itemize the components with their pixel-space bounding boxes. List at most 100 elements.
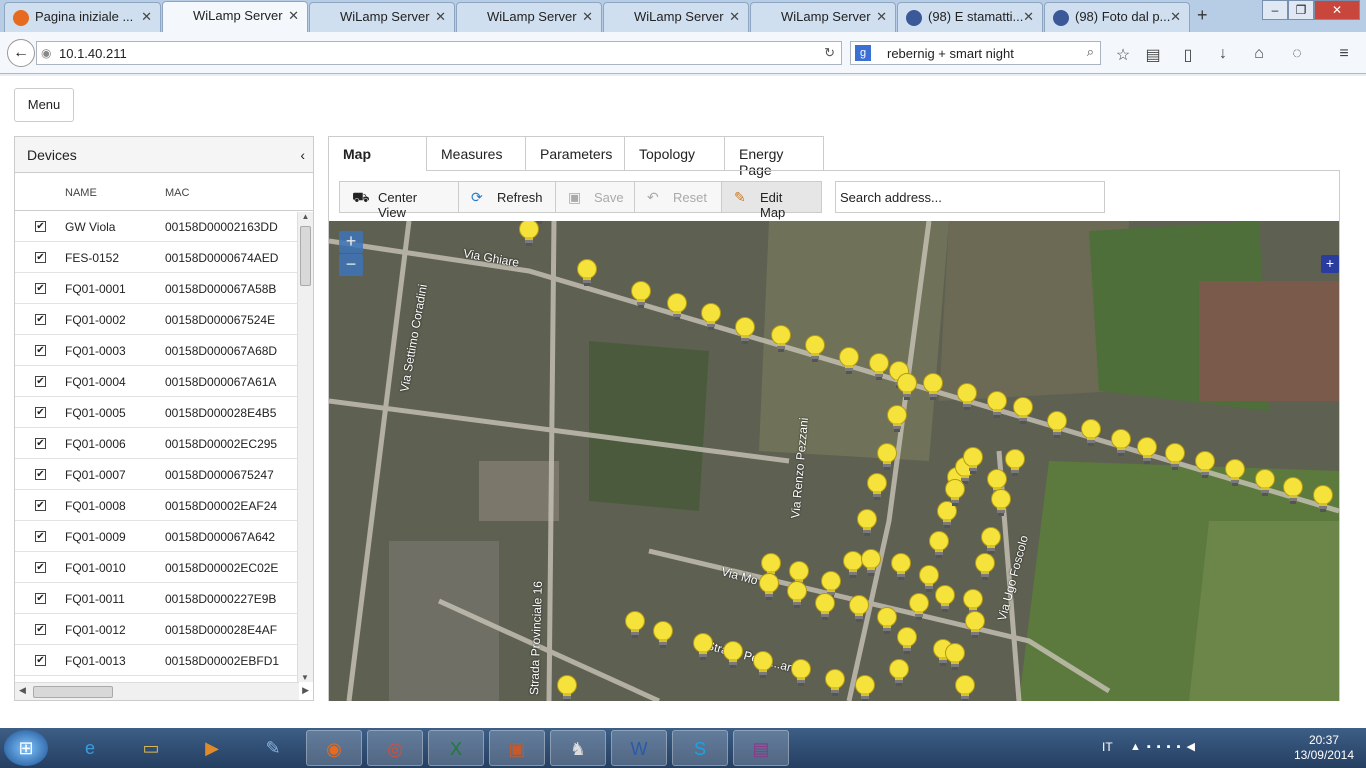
tab-topology[interactable]: Topology bbox=[624, 136, 725, 170]
lamp-marker-icon[interactable] bbox=[752, 651, 774, 681]
lamp-marker-icon[interactable] bbox=[922, 373, 944, 403]
lamp-marker-icon[interactable] bbox=[886, 405, 908, 435]
lamp-marker-icon[interactable] bbox=[734, 317, 756, 347]
lamp-marker-icon[interactable] bbox=[758, 573, 780, 603]
scrollbar-thumb[interactable] bbox=[33, 686, 113, 698]
archive-icon[interactable]: ▤ bbox=[733, 730, 789, 766]
lamp-marker-icon[interactable] bbox=[630, 281, 652, 311]
close-tab-icon[interactable]: ✕ bbox=[1023, 9, 1034, 25]
device-checkbox[interactable]: ✔ bbox=[35, 500, 46, 511]
device-checkbox[interactable]: ✔ bbox=[35, 376, 46, 387]
close-tab-icon[interactable]: ✕ bbox=[435, 9, 446, 25]
vertical-scrollbar[interactable]: ▲ ▼ bbox=[297, 212, 313, 682]
explorer-icon[interactable]: ▭ bbox=[123, 730, 179, 766]
media-icon[interactable]: ▶ bbox=[184, 730, 240, 766]
lamp-marker-icon[interactable] bbox=[954, 675, 976, 701]
horizontal-scrollbar[interactable]: ◀ ▶ bbox=[15, 682, 309, 700]
device-row[interactable]: ✔ FQ01-0001 00158D000067A58B bbox=[15, 273, 313, 304]
device-row[interactable]: ✔ FQ01-0007 00158D0000675247 bbox=[15, 459, 313, 490]
tools-icon[interactable]: ✎ bbox=[245, 730, 301, 766]
browser-tab[interactable]: WiLamp Server ✕ bbox=[309, 2, 455, 32]
presentation-icon[interactable]: ▣ bbox=[489, 730, 545, 766]
lamp-marker-icon[interactable] bbox=[814, 593, 836, 623]
lamp-marker-icon[interactable] bbox=[1282, 477, 1304, 507]
lamp-marker-icon[interactable] bbox=[624, 611, 646, 641]
browser-tab[interactable]: WiLamp Server ✕ bbox=[162, 1, 308, 32]
minimize-button[interactable]: – bbox=[1262, 0, 1288, 20]
tab-parameters[interactable]: Parameters bbox=[525, 136, 625, 170]
lamp-marker-icon[interactable] bbox=[896, 373, 918, 403]
back-arrow-icon[interactable]: ← bbox=[7, 39, 35, 67]
close-tab-icon[interactable]: ✕ bbox=[876, 9, 887, 25]
lamp-marker-icon[interactable] bbox=[790, 659, 812, 689]
tab-map[interactable]: Map bbox=[328, 136, 427, 171]
lamp-marker-icon[interactable] bbox=[1164, 443, 1186, 473]
scrollbar-thumb[interactable] bbox=[300, 226, 311, 286]
lamp-marker-icon[interactable] bbox=[556, 675, 578, 701]
device-row[interactable]: ✔ FQ01-0010 00158D00002EC02E bbox=[15, 552, 313, 583]
lamp-marker-icon[interactable] bbox=[888, 659, 910, 689]
column-mac-header[interactable]: MAC bbox=[165, 187, 189, 199]
browser-tab[interactable]: Pagina iniziale ... ✕ bbox=[4, 2, 161, 32]
device-checkbox[interactable]: ✔ bbox=[35, 531, 46, 542]
device-checkbox[interactable]: ✔ bbox=[35, 314, 46, 325]
browser-tab[interactable]: (98) E stamatti... ✕ bbox=[897, 2, 1043, 32]
reload-icon[interactable]: ↻ bbox=[824, 45, 835, 61]
game-icon[interactable]: ♞ bbox=[550, 730, 606, 766]
lamp-marker-icon[interactable] bbox=[722, 641, 744, 671]
lamp-marker-icon[interactable] bbox=[848, 595, 870, 625]
reading-list-icon[interactable]: ▤ bbox=[1143, 45, 1163, 64]
device-checkbox[interactable]: ✔ bbox=[35, 407, 46, 418]
lamp-marker-icon[interactable] bbox=[1012, 397, 1034, 427]
lamp-marker-icon[interactable] bbox=[986, 391, 1008, 421]
menu-button[interactable]: Menu bbox=[14, 88, 74, 122]
device-row[interactable]: ✔ FQ01-0008 00158D00002EAF24 bbox=[15, 490, 313, 521]
search-field[interactable]: g rebernig + smart night ⌕ bbox=[850, 41, 1101, 65]
device-row[interactable]: ✔ FQ01-0002 00158D000067524E bbox=[15, 304, 313, 335]
lamp-marker-icon[interactable] bbox=[944, 479, 966, 509]
lamp-marker-icon[interactable] bbox=[1312, 485, 1334, 515]
device-row[interactable]: ✔ FQ01-0009 00158D000067A642 bbox=[15, 521, 313, 552]
maximize-button[interactable]: ❐ bbox=[1288, 0, 1314, 20]
close-window-button[interactable]: ✕ bbox=[1314, 0, 1360, 20]
firefox-icon[interactable]: ◉ bbox=[306, 730, 362, 766]
lamp-marker-icon[interactable] bbox=[804, 335, 826, 365]
device-row[interactable]: ✔ FES-0152 00158D0000674AED bbox=[15, 242, 313, 273]
close-tab-icon[interactable]: ✕ bbox=[582, 9, 593, 25]
lamp-marker-icon[interactable] bbox=[1004, 449, 1026, 479]
satellite-map[interactable]: Via Ghiare Via Settimo Coradini Via Renz… bbox=[329, 221, 1339, 701]
browser-tab[interactable]: (98) Foto dal p... ✕ bbox=[1044, 2, 1190, 32]
browser-tab[interactable]: WiLamp Server ✕ bbox=[750, 2, 896, 32]
device-checkbox[interactable]: ✔ bbox=[35, 438, 46, 449]
word-icon[interactable]: W bbox=[611, 730, 667, 766]
clock[interactable]: 20:37 13/09/2014 bbox=[1294, 733, 1354, 763]
lamp-marker-icon[interactable] bbox=[866, 473, 888, 503]
lamp-marker-icon[interactable] bbox=[964, 611, 986, 641]
lamp-marker-icon[interactable] bbox=[860, 549, 882, 579]
zoom-in-button[interactable]: + bbox=[339, 231, 363, 253]
search-icon[interactable]: ⌕ bbox=[1087, 44, 1094, 60]
device-checkbox[interactable]: ✔ bbox=[35, 562, 46, 573]
lamp-marker-icon[interactable] bbox=[854, 675, 876, 701]
zoom-out-button[interactable]: − bbox=[339, 254, 363, 276]
lamp-marker-icon[interactable] bbox=[876, 607, 898, 637]
device-row[interactable]: ✔ FQ01-0003 00158D000067A68D bbox=[15, 335, 313, 366]
start-button-icon[interactable]: ⊞ bbox=[4, 730, 48, 766]
device-checkbox[interactable]: ✔ bbox=[35, 283, 46, 294]
device-row[interactable]: ✔ FQ01-0012 00158D000028E4AF bbox=[15, 614, 313, 645]
new-tab-button[interactable]: + bbox=[1197, 5, 1208, 26]
collapse-chevron-icon[interactable]: ‹ bbox=[300, 147, 305, 163]
lamp-marker-icon[interactable] bbox=[1136, 437, 1158, 467]
page-icon[interactable]: ▯ bbox=[1178, 45, 1198, 64]
lamp-marker-icon[interactable] bbox=[868, 353, 890, 383]
lamp-marker-icon[interactable] bbox=[576, 259, 598, 289]
url-bar[interactable]: ◉ 10.1.40.211 ↻ bbox=[36, 41, 842, 65]
browser-tab[interactable]: WiLamp Server ✕ bbox=[456, 2, 602, 32]
device-row[interactable]: ✔ FQ01-0006 00158D00002EC295 bbox=[15, 428, 313, 459]
device-checkbox[interactable]: ✔ bbox=[35, 221, 46, 232]
hamburger-menu-icon[interactable]: ≡ bbox=[1334, 45, 1354, 63]
lamp-marker-icon[interactable] bbox=[974, 553, 996, 583]
refresh-button[interactable]: ⟳ Refresh bbox=[458, 181, 556, 213]
lamp-marker-icon[interactable] bbox=[944, 643, 966, 673]
center-view-button[interactable]: ⛟ Center View bbox=[339, 181, 459, 220]
